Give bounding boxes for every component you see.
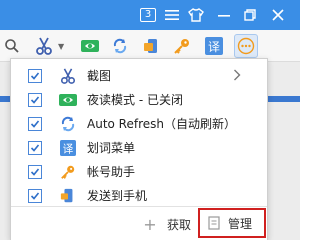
restore-icon [244,9,256,21]
scissors-icon [36,37,52,55]
check-icon [30,120,40,128]
menu-footer: + 获取 管理 [11,206,267,240]
menu-item-label: 划词菜单 [87,141,136,155]
check-icon [30,72,40,80]
menu-icon [165,10,179,20]
key-button[interactable] [170,34,194,58]
page-banner-right [268,96,300,102]
page-banner-left [0,96,10,102]
extensions-dropdown: 截图 夜读模式 - 已关闭 Auto Refresh（自动刷新） 译 划词菜单 … [10,58,268,240]
tab-count-badge: 3 [140,8,156,22]
plus-icon: + [143,214,157,234]
menu-item-label: 帐号助手 [87,165,136,179]
key-icon [174,39,189,54]
auto-refresh-button[interactable] [108,34,132,58]
send-to-phone-icon [59,187,77,205]
translate-icon: 译 [59,139,77,157]
scissors-icon [59,67,77,85]
screenshot-button[interactable] [32,34,56,58]
checkbox[interactable] [28,141,42,155]
tab-count-button[interactable]: 3 [136,4,160,26]
close-icon [272,9,284,21]
menu-button[interactable] [160,4,184,26]
menu-item-label: 夜读模式 - 已关闭 [87,93,183,107]
svg-text:译: 译 [63,142,74,155]
check-icon [30,144,40,152]
menu-item-screenshot[interactable]: 截图 [11,64,267,88]
menu-item-word-menu[interactable]: 译 划词菜单 [11,136,267,160]
restore-button[interactable] [238,4,262,26]
menu-item-send-to-phone[interactable]: 发送到手机 [11,184,267,208]
menu-item-label: 发送到手机 [87,189,148,203]
key-icon [59,163,77,181]
translate-button[interactable]: 译 [202,34,226,58]
checkbox[interactable] [28,189,42,203]
get-extensions-button[interactable]: + 获取 [141,213,199,235]
search-icon [5,39,19,53]
menu-item-night-mode[interactable]: 夜读模式 - 已关闭 [11,88,267,112]
auto-refresh-icon [113,38,127,54]
menu-item-auto-refresh[interactable]: Auto Refresh（自动刷新） [11,112,267,136]
checkbox[interactable] [28,93,42,107]
auto-refresh-icon [59,115,77,133]
night-mode-icon [59,91,77,109]
search-button[interactable] [0,34,24,58]
more-extensions-button[interactable] [234,34,258,58]
manage-label: 管理 [228,216,253,231]
close-button[interactable] [266,4,290,26]
chevron-right-icon [234,69,241,81]
title-bar: 3 [0,0,300,30]
more-icon [237,37,255,55]
menu-item-label: Auto Refresh（自动刷新） [87,117,236,131]
document-icon [208,216,220,230]
check-icon [30,192,40,200]
minimize-icon [218,15,230,17]
translate-icon: 译 [205,37,223,55]
checkbox[interactable] [28,165,42,179]
night-mode-button[interactable] [78,34,102,58]
skin-icon [188,8,204,22]
svg-text:译: 译 [208,40,220,54]
get-label: 获取 [167,217,192,232]
night-mode-icon [81,40,99,52]
account-helper-icon [144,39,157,53]
check-icon [30,168,40,176]
manage-button[interactable]: 管理 [198,208,266,238]
minimize-button[interactable] [212,4,236,26]
check-icon [30,96,40,104]
account-helper-button[interactable] [140,34,164,58]
menu-item-account-helper[interactable]: 帐号助手 [11,160,267,184]
menu-item-label: 截图 [87,69,112,83]
skin-button[interactable] [184,4,208,26]
checkbox[interactable] [28,117,42,131]
screenshot-dropdown-icon[interactable]: ▼ [58,42,64,51]
checkbox[interactable] [28,69,42,83]
